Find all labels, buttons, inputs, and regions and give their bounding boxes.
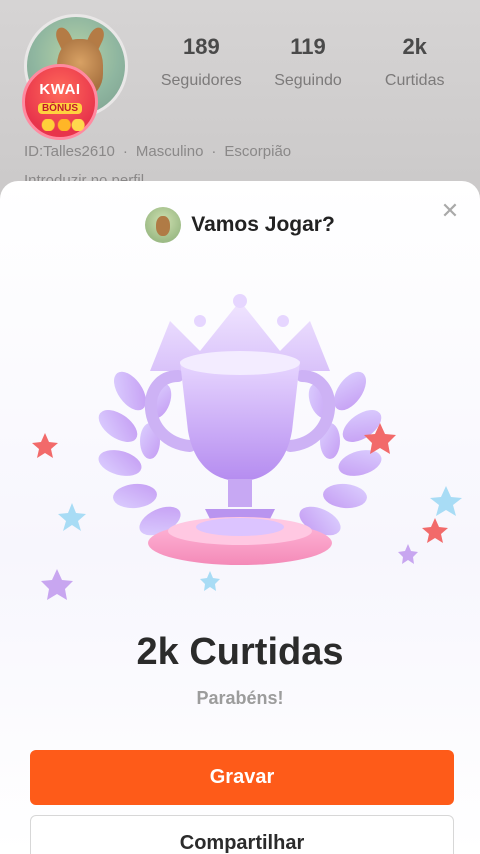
stat-value: 189 (182, 34, 220, 59)
profile-meta: ID:Talles2610 · Masculino · Escorpião (24, 143, 291, 160)
separator: · (122, 143, 128, 160)
achievement-title: 2k Curtidas (136, 631, 344, 673)
laurel-right-icon (299, 371, 382, 536)
stat-label: Curtidas (384, 72, 445, 89)
kwai-bonus-badge[interactable]: KWAI BÔNUS (22, 64, 98, 140)
trophy-icon (32, 294, 462, 600)
close-icon[interactable]: ✕ (438, 199, 462, 223)
share-button[interactable]: Compartilhar (30, 815, 454, 854)
achievement-subtitle: Parabéns! (196, 688, 284, 708)
modal-title: Vamos Jogar? (191, 213, 335, 236)
laurel-left-icon (98, 371, 181, 536)
header-avatar (145, 207, 182, 243)
user-id: ID:Talles2610 (24, 143, 115, 160)
stat-label: Seguidores (160, 72, 242, 89)
coins-icon (39, 119, 85, 131)
stat-value: 119 (290, 34, 326, 59)
badge-line2: BÔNUS (37, 103, 83, 114)
achievement-modal: Vamos Jogar? ✕ 2k Curtidas Parabéns! Gra… (0, 181, 480, 854)
stat-label: Seguindo (274, 72, 342, 89)
gender: Masculino (135, 143, 204, 160)
zodiac-sign: Escorpião (224, 143, 292, 160)
stat-followers[interactable]: 189 Seguidores (148, 34, 255, 90)
stat-value: 2k (402, 34, 427, 59)
trophy-illustration (0, 281, 480, 621)
record-button[interactable]: Gravar (30, 750, 454, 805)
badge-line1: KWAI (39, 81, 81, 98)
profile-header: KWAI BÔNUS 189 Seguidores 119 Seguindo 2… (0, 0, 480, 200)
separator: · (211, 143, 217, 160)
stat-following[interactable]: 119 Seguindo (255, 34, 362, 90)
stat-likes[interactable]: 2k Curtidas (361, 34, 468, 90)
profile-stats: 189 Seguidores 119 Seguindo 2k Curtidas (148, 34, 468, 90)
modal-header: Vamos Jogar? (0, 205, 480, 245)
